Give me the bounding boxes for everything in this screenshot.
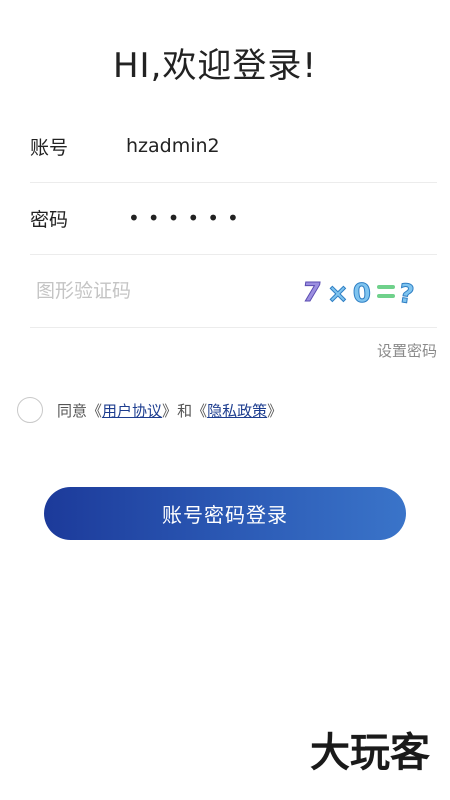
privacy-policy-link[interactable]: 隐私政策 [207, 400, 267, 421]
page-title: HI,欢迎登录! [112, 46, 318, 86]
set-password-link[interactable]: 设置密码 [377, 340, 437, 361]
login-page: HI,欢迎登录! 账号 hzadmin2 密码 •••••• 7 × 0 ? 设… [0, 0, 450, 800]
agree-bracket-close-1: 》 [162, 401, 178, 420]
agree-bracket-open-1: 《 [87, 401, 103, 420]
captcha-image[interactable]: 7 × 0 ? [301, 275, 425, 309]
account-field[interactable]: hzadmin2 [126, 135, 220, 157]
user-agreement-link[interactable]: 用户协议 [102, 400, 162, 421]
agree-radio[interactable] [17, 397, 43, 423]
password-label: 密码 [30, 208, 69, 231]
agree-bracket-open-2: 《 [192, 401, 208, 420]
agree-and: 和 [177, 401, 193, 420]
svg-text:0: 0 [352, 278, 372, 309]
password-field[interactable]: •••••• [126, 206, 247, 230]
captcha-input[interactable] [30, 280, 256, 302]
watermark-logo: 大玩客 [310, 730, 430, 776]
captcha-row: 7 × 0 ? [30, 255, 437, 328]
agree-bracket-close-2: 》 [267, 401, 283, 420]
agreement-row: 同意 《 用户协议 》 和 《 隐私政策 》 [17, 397, 282, 423]
account-row: 账号 hzadmin2 [30, 110, 437, 183]
login-button[interactable]: 账号密码登录 [44, 487, 406, 540]
account-label: 账号 [30, 136, 69, 159]
password-row: 密码 •••••• [30, 182, 437, 255]
svg-text:×: × [327, 279, 349, 309]
agree-prefix: 同意 [57, 401, 88, 420]
